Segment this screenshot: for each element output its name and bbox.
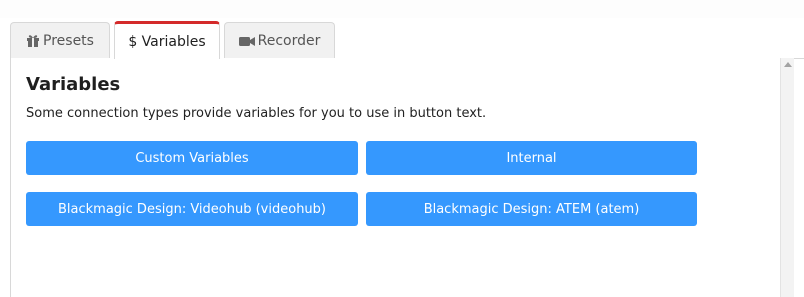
panel-description: Some connection types provide variables … — [26, 106, 487, 121]
panel-title: Variables — [26, 74, 121, 95]
custom-variables-button[interactable]: Custom Variables — [26, 141, 358, 175]
tab-recorder[interactable]: Recorder — [224, 22, 335, 58]
panel-scrollbar[interactable] — [780, 58, 794, 297]
atem-button[interactable]: Blackmagic Design: ATEM (atem) — [366, 192, 697, 226]
tab-bar: Presets $ Variables Recorder — [0, 0, 804, 59]
tab-recorder-label: Recorder — [257, 32, 321, 49]
videohub-button[interactable]: Blackmagic Design: Videohub (videohub) — [26, 192, 358, 226]
tab-presets[interactable]: Presets — [10, 22, 110, 58]
internal-button[interactable]: Internal — [366, 141, 697, 175]
variables-panel — [10, 58, 780, 297]
scroll-up-arrow-icon[interactable] — [784, 62, 792, 67]
tab-presets-label: Presets — [43, 32, 94, 49]
tab-variables-label: $ Variables — [128, 33, 206, 50]
video-camera-icon — [238, 35, 255, 47]
gift-icon — [26, 34, 40, 48]
tab-variables[interactable]: $ Variables — [114, 21, 220, 59]
